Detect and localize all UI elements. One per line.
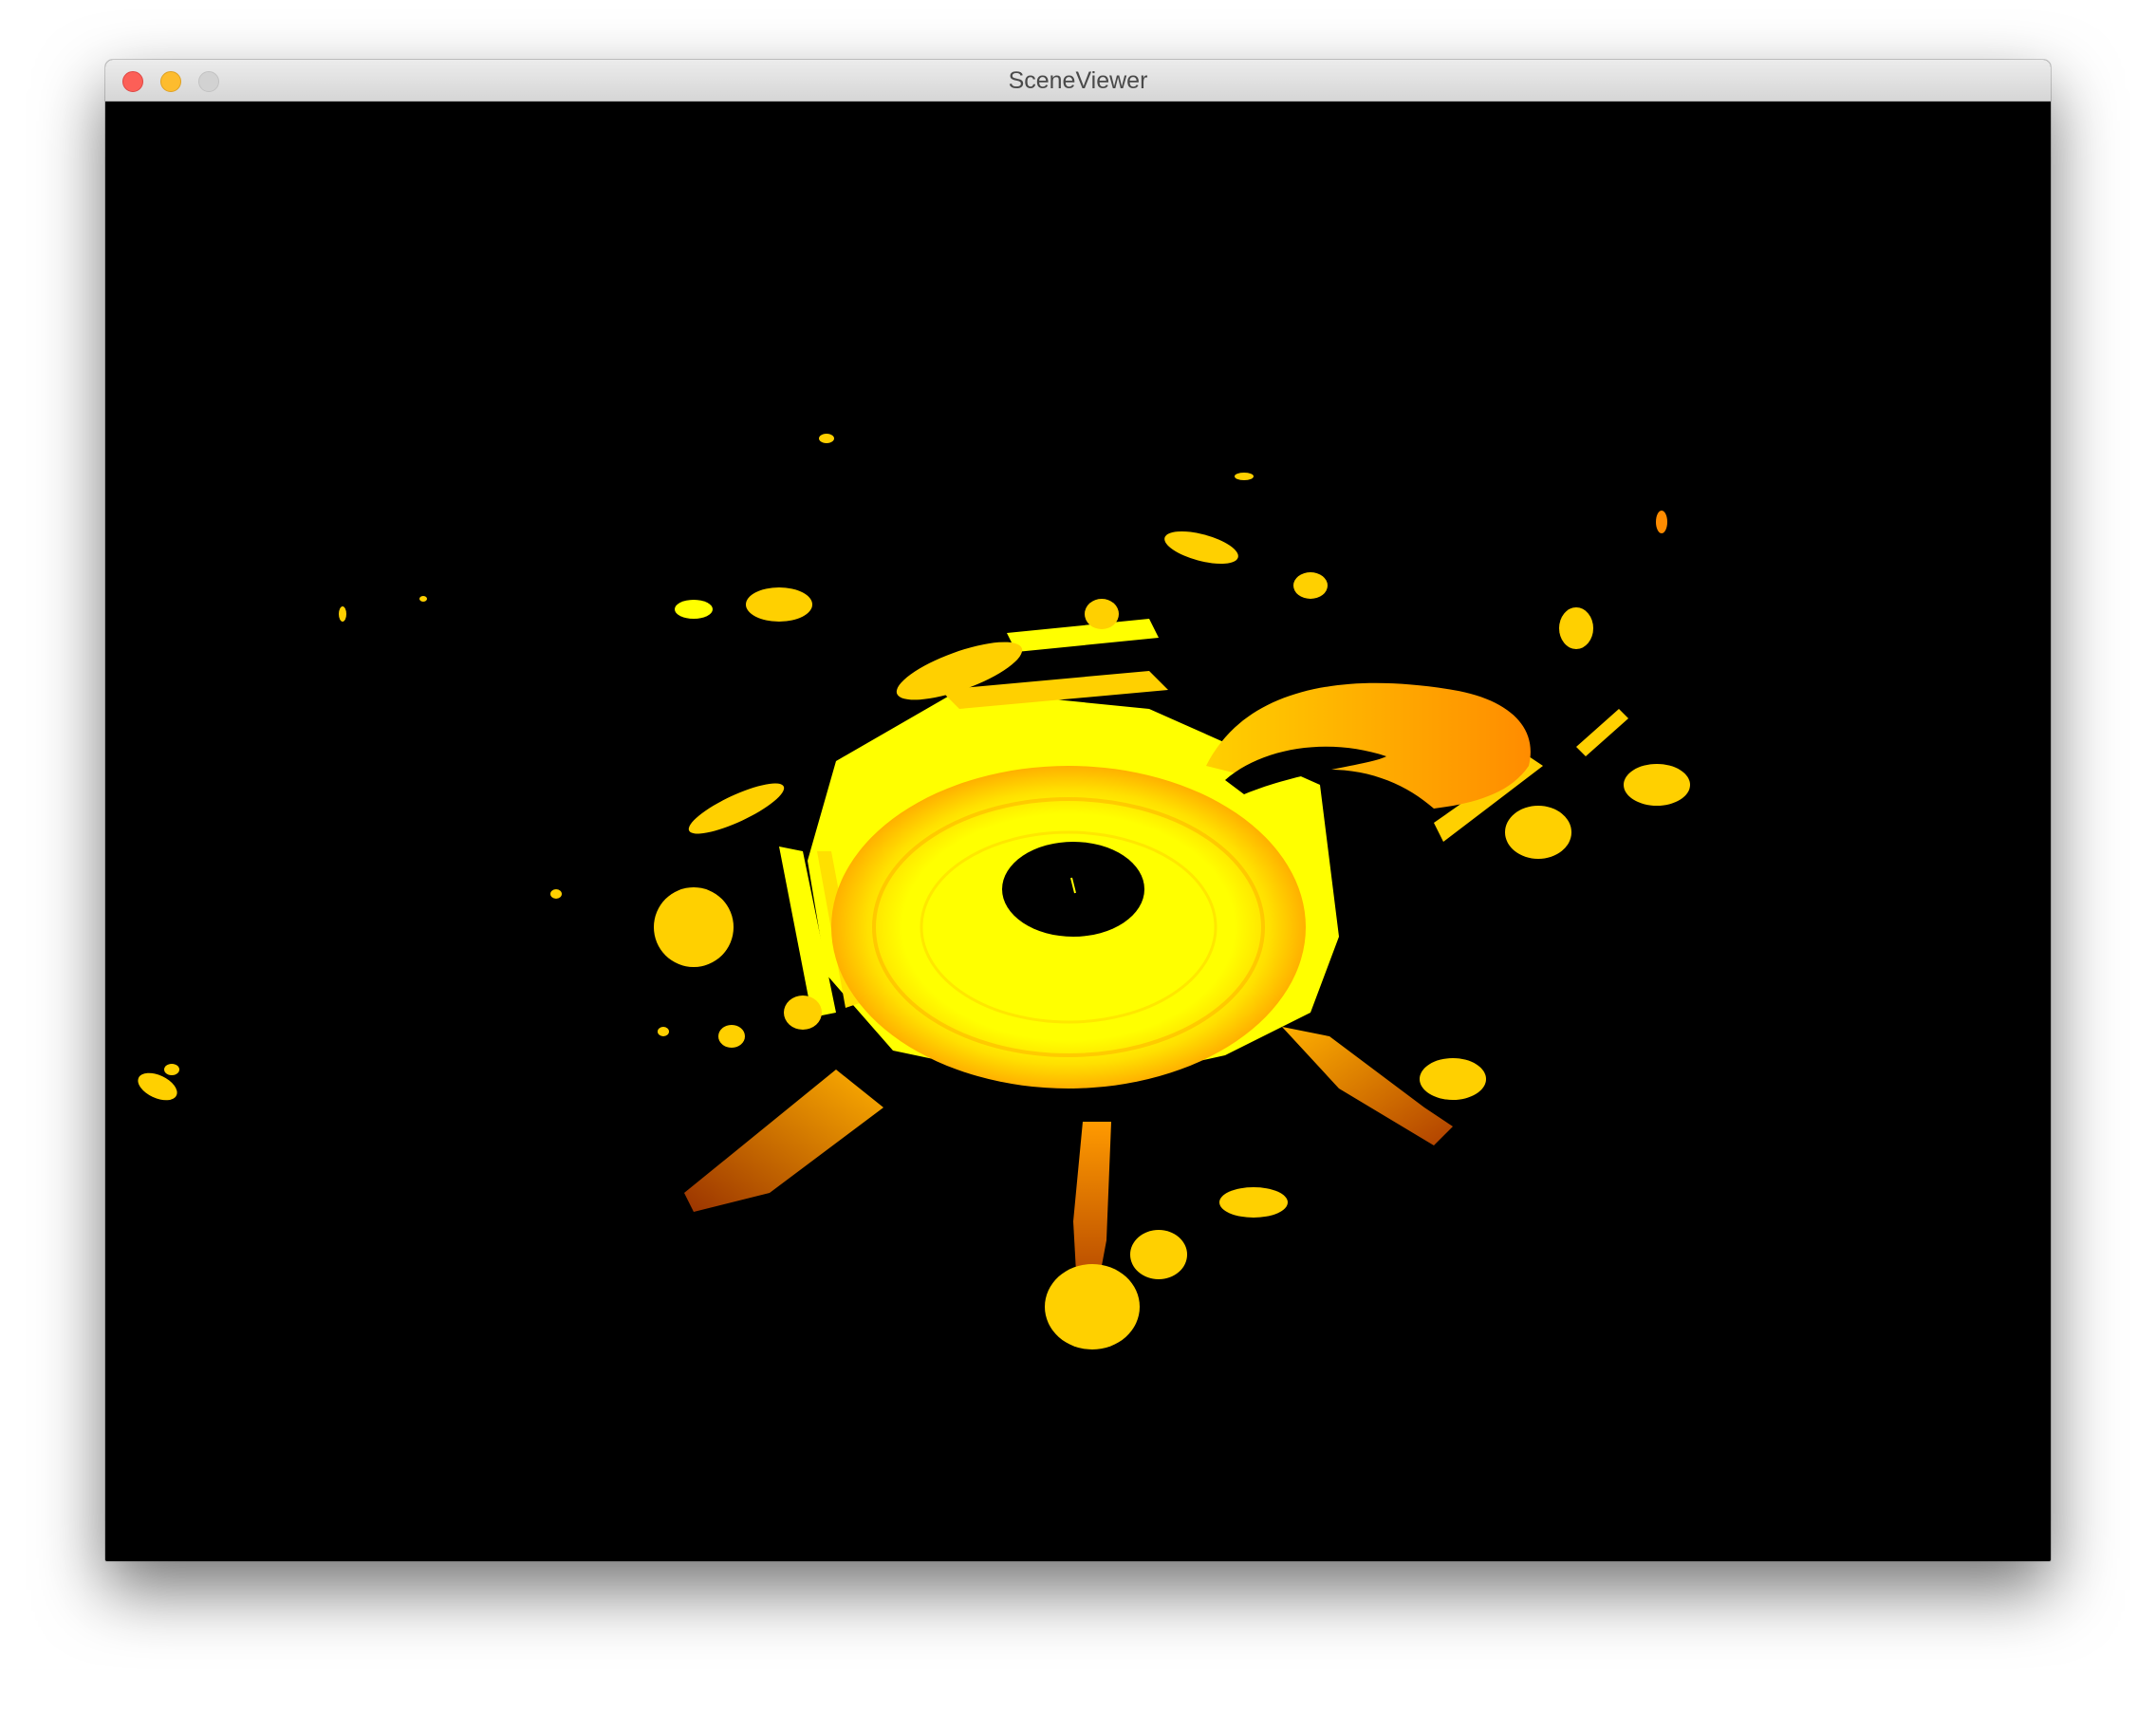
tree-speck-5 — [550, 889, 562, 899]
tree-northeast-2 — [1293, 572, 1328, 599]
tree-north-small — [1085, 599, 1119, 629]
tree-speck-3 — [1656, 511, 1667, 533]
app-window: SceneViewer — [105, 60, 2051, 1561]
title-bar[interactable]: SceneViewer — [105, 60, 2051, 102]
tree-speck-7 — [419, 596, 427, 602]
central-disc — [831, 766, 1306, 1089]
tree-south-1 — [1045, 1264, 1140, 1349]
tree-far-west-2 — [164, 1064, 179, 1075]
point-cloud-render[interactable] — [105, 102, 2051, 1561]
tree-speck-4 — [339, 606, 346, 622]
tree-southwest-1 — [784, 996, 822, 1030]
tree-south-3 — [1219, 1187, 1288, 1218]
arch-structure — [1206, 682, 1531, 809]
tree-east-2 — [1624, 764, 1690, 806]
tree-southeast-1 — [1420, 1058, 1486, 1100]
window-title: SceneViewer — [1008, 67, 1148, 94]
road-north-east — [1576, 709, 1628, 756]
tree-northwest-1 — [746, 587, 812, 622]
tree-south-2 — [1130, 1230, 1187, 1279]
tree-northwest-2 — [675, 600, 713, 619]
tree-speck-1 — [819, 434, 834, 443]
tree-west-2 — [654, 887, 734, 967]
road-south-west — [684, 1070, 883, 1212]
tree-east-1 — [1559, 607, 1593, 649]
tree-east-3 — [1505, 806, 1571, 859]
scene-viewport[interactable] — [105, 102, 2051, 1561]
tree-west-3 — [718, 1025, 745, 1048]
tree-northeast-1 — [1164, 530, 1238, 565]
tree-speck-6 — [658, 1027, 669, 1036]
platform-north-edge — [1007, 619, 1159, 652]
tree-west-1 — [688, 783, 785, 834]
tree-speck-2 — [1235, 473, 1254, 480]
